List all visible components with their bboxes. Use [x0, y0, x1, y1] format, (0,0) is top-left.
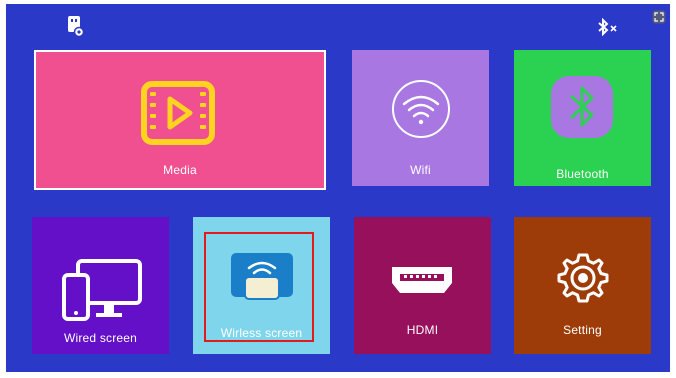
setting-label: Setting — [563, 323, 602, 337]
wifi-icon — [390, 78, 452, 145]
hdmi-tile[interactable]: HDMI — [354, 217, 491, 354]
wifi-tile[interactable]: Wifi — [352, 50, 489, 186]
video-play-icon — [140, 80, 216, 151]
bluetooth-icon — [549, 74, 615, 145]
hdmi-port-icon — [390, 263, 454, 302]
gear-icon — [556, 251, 610, 310]
selection-outline — [204, 232, 314, 342]
media-label: Media — [163, 163, 197, 177]
bluetooth-label: Bluetooth — [556, 167, 609, 181]
phone-monitor-icon — [62, 257, 144, 328]
wifi-label: Wifi — [410, 163, 431, 177]
wired-screen-label: Wired screen — [63, 331, 138, 345]
fullscreen-icon[interactable] — [652, 10, 666, 29]
bluetooth-off-icon — [596, 17, 620, 41]
setting-tile[interactable]: Setting — [514, 217, 651, 354]
usb-drive-icon — [64, 14, 86, 43]
home-screen: Media Wifi Bluetooth Wired screen Wirles… — [6, 4, 670, 372]
hdmi-label: HDMI — [406, 323, 439, 337]
media-tile[interactable]: Media — [34, 50, 326, 190]
bluetooth-tile[interactable]: Bluetooth — [514, 50, 651, 186]
wired-screen-tile[interactable]: Wired screen — [32, 217, 169, 354]
